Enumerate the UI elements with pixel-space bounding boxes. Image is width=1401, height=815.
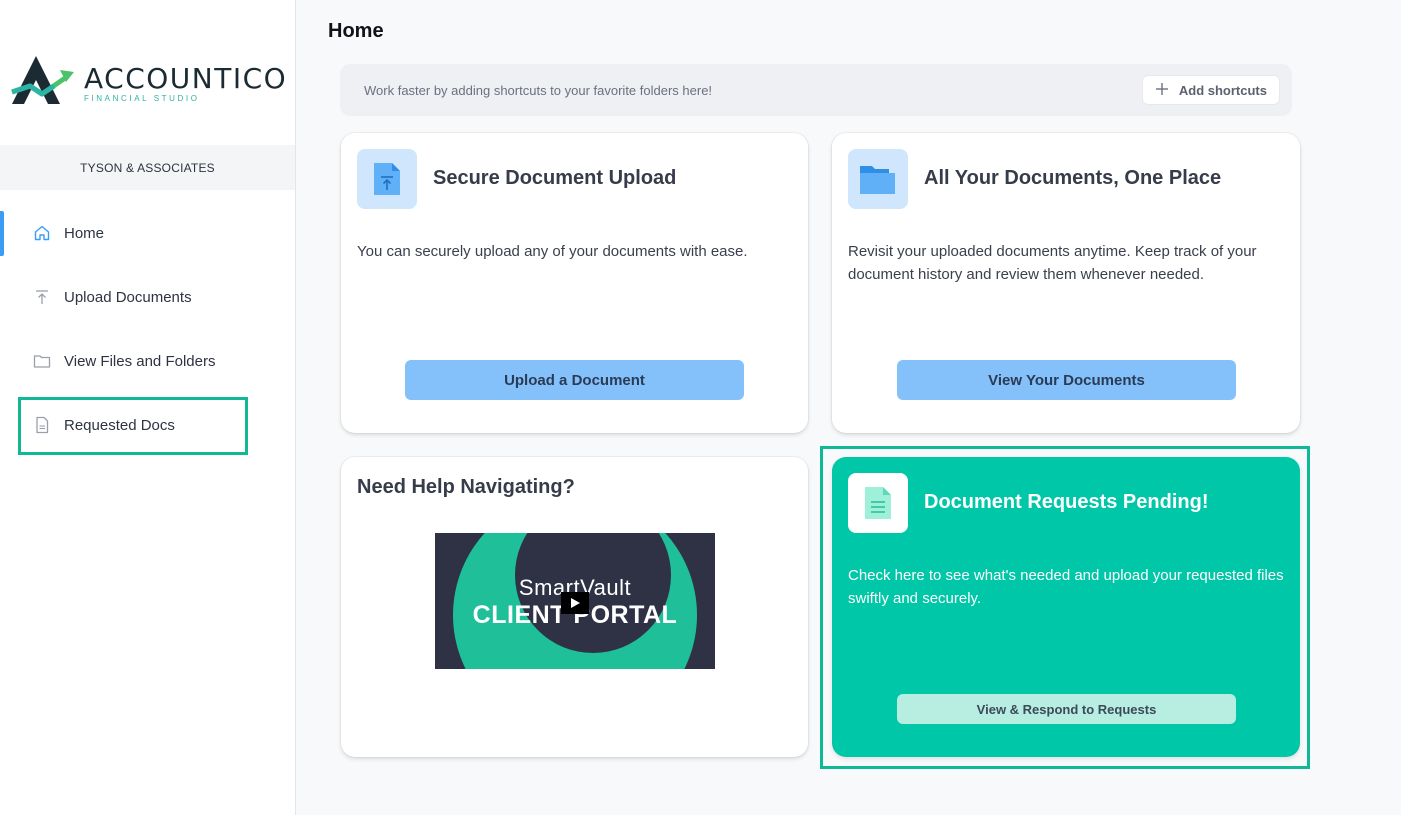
upload-document-button[interactable]: Upload a Document: [405, 360, 744, 400]
view-documents-button[interactable]: View Your Documents: [897, 360, 1236, 400]
sidebar-item-upload-documents[interactable]: Upload Documents: [0, 265, 295, 329]
plus-icon: [1155, 82, 1169, 99]
help-card: Need Help Navigating? SmartVault CLIENT …: [341, 457, 808, 757]
brand-tagline: FINANCIAL STUDIO: [84, 94, 200, 103]
requests-card: Document Requests Pending! Check here to…: [832, 457, 1300, 757]
add-shortcuts-label: Add shortcuts: [1178, 82, 1267, 98]
sidebar-item-label: Home: [64, 224, 105, 242]
add-shortcuts-button[interactable]: Add shortcuts: [1141, 75, 1280, 105]
sidebar-item-home[interactable]: Home: [0, 201, 295, 265]
card-title: All Your Documents, One Place: [924, 167, 1222, 189]
organization-name: TYSON & ASSOCIATES: [0, 145, 295, 190]
folder-icon: [33, 352, 51, 370]
card-description: Revisit your uploaded documents anytime.…: [848, 243, 1257, 283]
document-lines-icon: [848, 473, 908, 533]
file-upload-icon: [357, 149, 417, 209]
sidebar-item-label: Upload Documents: [64, 288, 192, 306]
upload-card: Secure Document Upload You can securely …: [341, 133, 808, 433]
card-description: You can securely upload any of your docu…: [357, 243, 748, 260]
sidebar-nav: Home Upload Documents View Files and Fol…: [0, 201, 295, 457]
shortcuts-message: Work faster by adding shortcuts to your …: [364, 82, 713, 98]
play-icon[interactable]: [561, 592, 589, 614]
sidebar-item-label: Requested Docs: [64, 416, 175, 434]
card-title: Secure Document Upload: [433, 167, 677, 189]
folder-icon: [848, 149, 908, 209]
shortcuts-bar: Work faster by adding shortcuts to your …: [340, 64, 1292, 116]
sidebar-item-label: View Files and Folders: [64, 352, 216, 370]
documents-card: All Your Documents, One Place Revisit yo…: [832, 133, 1300, 433]
document-icon: [33, 416, 51, 434]
sidebar-item-view-files[interactable]: View Files and Folders: [0, 329, 295, 393]
home-icon: [33, 224, 51, 242]
sidebar-item-requested-docs[interactable]: Requested Docs: [0, 393, 295, 457]
card-description: Check here to see what's needed and uplo…: [848, 567, 1284, 607]
upload-icon: [33, 288, 51, 306]
card-title: Document Requests Pending!: [924, 491, 1209, 513]
logo[interactable]: ACCOUNTICO FINANCIAL STUDIO: [8, 48, 288, 108]
sidebar: ACCOUNTICO FINANCIAL STUDIO TYSON & ASSO…: [0, 0, 296, 815]
page-title: Home: [328, 20, 384, 42]
brand-name: ACCOUNTICO: [84, 62, 288, 95]
help-video[interactable]: SmartVault CLIENT PORTAL: [435, 533, 715, 669]
card-title: Need Help Navigating?: [357, 476, 575, 498]
view-respond-requests-button[interactable]: View & Respond to Requests: [897, 694, 1236, 724]
logo-mark-icon: [11, 56, 74, 104]
